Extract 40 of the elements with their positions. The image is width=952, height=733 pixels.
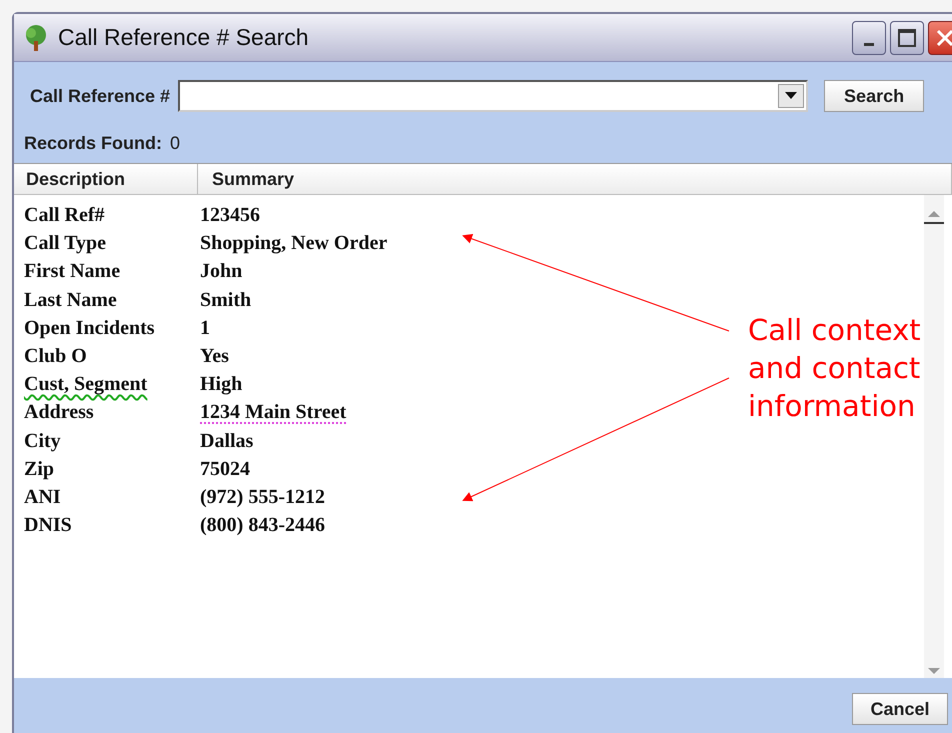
- summary-cell-text: High: [200, 372, 242, 398]
- caret-icon: [785, 92, 798, 100]
- dropdown-button[interactable]: [778, 84, 804, 108]
- description-cell: Open Incidents: [24, 316, 155, 339]
- search-button[interactable]: Search: [824, 80, 924, 112]
- description-cell: Club O: [24, 345, 87, 368]
- summary-cell-text: 75024: [200, 456, 250, 482]
- close-icon: [936, 28, 952, 46]
- summary-cell-text: Yes: [200, 344, 229, 370]
- records-found-label: Records Found:: [24, 132, 162, 155]
- description-cell: First Name: [24, 260, 120, 282]
- call-reference-combobox[interactable]: [178, 80, 808, 112]
- summary-cell-text: (972) 555-1212: [200, 484, 325, 510]
- scrollbar[interactable]: [924, 195, 944, 678]
- description-cell: Zip: [24, 458, 54, 480]
- summary-cell-text: 1234 Main Street: [200, 400, 346, 426]
- column-header[interactable]: Description: [14, 164, 198, 194]
- description-cell: DNIS: [24, 514, 72, 536]
- summary-cell-text: Dallas: [200, 428, 254, 454]
- description-cell: City: [24, 430, 61, 452]
- summary-cell-text: Smith: [200, 288, 252, 313]
- summary-cell-text: 1: [200, 316, 210, 341]
- records-count: 0: [170, 132, 180, 155]
- field-label: Call Reference #: [30, 84, 170, 108]
- description-cell: Call Type: [24, 232, 106, 254]
- description-cell: Cust, Segment: [24, 373, 148, 396]
- maximize-button[interactable]: [890, 20, 924, 54]
- window-title: Call Reference # Search: [58, 23, 309, 52]
- summary-cell-text: 123456: [200, 203, 260, 228]
- cancel-button[interactable]: Cancel: [852, 693, 948, 725]
- summary-cell-text: (800) 843-2446: [200, 513, 325, 538]
- summary-cell-text: Shopping, New Order: [200, 231, 388, 256]
- column-header[interactable]: Summary: [198, 164, 952, 194]
- summary-cell-text: John: [200, 259, 242, 284]
- description-cell: Last Name: [24, 288, 117, 311]
- minimize-button[interactable]: [852, 20, 886, 54]
- description-cell: Call Ref#: [24, 204, 105, 226]
- description-cell: Address: [24, 401, 94, 424]
- description-cell: ANI: [24, 486, 61, 508]
- close-button[interactable]: [928, 20, 952, 54]
